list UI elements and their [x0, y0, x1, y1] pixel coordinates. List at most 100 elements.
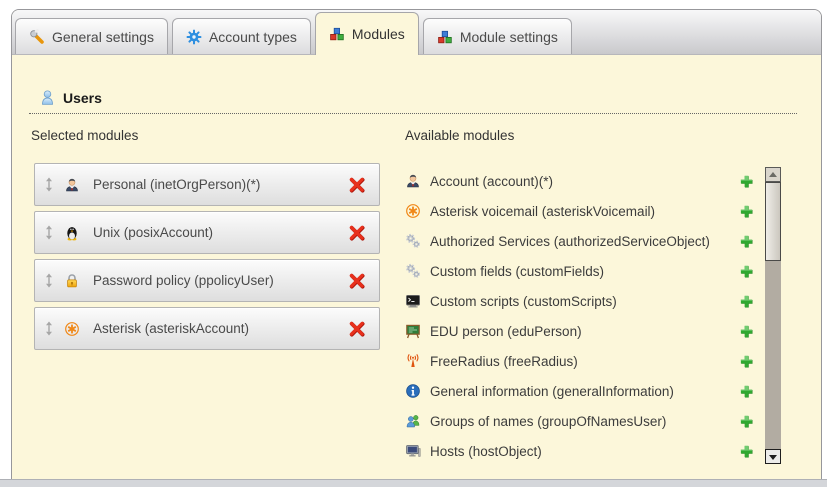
user-icon — [39, 89, 56, 107]
module-label: Asterisk voicemail (asteriskVoicemail) — [430, 204, 655, 219]
add-module-button[interactable] — [739, 264, 754, 279]
green-plus-icon — [739, 294, 754, 309]
info-icon — [405, 383, 421, 399]
available-module-row: Hosts (hostObject) — [405, 436, 754, 466]
available-module-row: General information (generalInformation) — [405, 376, 754, 406]
wrench-icon — [29, 29, 45, 45]
selected-module-row[interactable]: Password policy (ppolicyUser) — [34, 259, 380, 302]
cubes-icon — [329, 26, 345, 42]
modules-tab-content: Users Selected modules Available modules… — [12, 55, 821, 480]
remove-module-button[interactable] — [348, 224, 366, 242]
tab-modules[interactable]: Modules — [315, 12, 419, 55]
tab-label: General settings — [52, 29, 154, 45]
tab-account-types[interactable]: Account types — [172, 18, 311, 54]
module-label: Account (account)(*) — [430, 174, 553, 189]
green-plus-icon — [739, 384, 754, 399]
users-section-header: Users — [29, 89, 797, 114]
available-modules-heading: Available modules — [405, 128, 514, 143]
add-module-button[interactable] — [739, 414, 754, 429]
red-x-icon — [348, 320, 366, 338]
available-module-row: Account (account)(*) — [405, 166, 754, 196]
tab-bar: General settings Account types Modules M… — [12, 10, 821, 55]
tab-label: Modules — [352, 26, 405, 42]
available-module-row: Asterisk voicemail (asteriskVoicemail) — [405, 196, 754, 226]
module-label: Unix (posixAccount) — [93, 225, 213, 240]
available-modules-list: Account (account)(*) Asterisk voicemail … — [405, 166, 754, 466]
person-icon — [64, 177, 80, 193]
drag-handle-icon[interactable] — [44, 273, 54, 288]
add-module-button[interactable] — [739, 444, 754, 459]
gears-icon — [405, 233, 421, 249]
tab-module-settings[interactable]: Module settings — [423, 18, 572, 54]
gear-icon — [186, 29, 202, 45]
green-plus-icon — [739, 264, 754, 279]
module-label: Password policy (ppolicyUser) — [93, 273, 274, 288]
tab-general-settings[interactable]: General settings — [15, 18, 168, 54]
antenna-icon — [405, 353, 421, 369]
available-module-row: Custom fields (customFields) — [405, 256, 754, 286]
selected-modules-heading: Selected modules — [31, 128, 138, 143]
remove-module-button[interactable] — [348, 176, 366, 194]
available-module-row: FreeRadius (freeRadius) — [405, 346, 754, 376]
page-bottom-strip — [0, 479, 827, 487]
drag-handle-icon[interactable] — [44, 177, 54, 192]
available-module-row: Authorized Services (authorizedServiceOb… — [405, 226, 754, 256]
terminal-icon — [405, 293, 421, 309]
module-label: FreeRadius (freeRadius) — [430, 354, 578, 369]
monitor-icon — [405, 443, 421, 459]
green-plus-icon — [739, 234, 754, 249]
add-module-button[interactable] — [739, 204, 754, 219]
red-x-icon — [348, 224, 366, 242]
asterisk-icon — [405, 203, 421, 219]
module-label: Custom fields (customFields) — [430, 264, 604, 279]
green-plus-icon — [739, 354, 754, 369]
add-module-button[interactable] — [739, 384, 754, 399]
chalkboard-icon — [405, 323, 421, 339]
green-plus-icon — [739, 444, 754, 459]
module-label: Authorized Services (authorizedServiceOb… — [430, 234, 710, 249]
scrollbar-thumb[interactable] — [765, 182, 781, 261]
tux-icon — [64, 225, 80, 241]
available-module-row: Custom scripts (customScripts) — [405, 286, 754, 316]
section-title: Users — [63, 90, 102, 106]
scroll-up-button[interactable] — [765, 167, 781, 182]
red-x-icon — [348, 272, 366, 290]
tab-label: Account types — [209, 29, 297, 45]
available-module-row: EDU person (eduPerson) — [405, 316, 754, 346]
module-label: General information (generalInformation) — [430, 384, 674, 399]
group-icon — [405, 413, 421, 429]
module-label: Asterisk (asteriskAccount) — [93, 321, 249, 336]
module-label: Custom scripts (customScripts) — [430, 294, 617, 309]
lock-icon — [64, 273, 80, 289]
remove-module-button[interactable] — [348, 272, 366, 290]
add-module-button[interactable] — [739, 354, 754, 369]
module-label: EDU person (eduPerson) — [430, 324, 582, 339]
green-plus-icon — [739, 414, 754, 429]
green-plus-icon — [739, 204, 754, 219]
add-module-button[interactable] — [739, 294, 754, 309]
selected-module-row[interactable]: Personal (inetOrgPerson)(*) — [34, 163, 380, 206]
module-label: Groups of names (groupOfNamesUser) — [430, 414, 666, 429]
remove-module-button[interactable] — [348, 320, 366, 338]
scroll-down-button[interactable] — [765, 449, 781, 464]
add-module-button[interactable] — [739, 324, 754, 339]
green-plus-icon — [739, 324, 754, 339]
drag-handle-icon[interactable] — [44, 225, 54, 240]
red-x-icon — [348, 176, 366, 194]
module-label: Hosts (hostObject) — [430, 444, 542, 459]
module-label: Personal (inetOrgPerson)(*) — [93, 177, 260, 192]
selected-module-row[interactable]: Unix (posixAccount) — [34, 211, 380, 254]
green-plus-icon — [739, 174, 754, 189]
gears-icon — [405, 263, 421, 279]
selected-modules-list: Personal (inetOrgPerson)(*) Unix (posixA… — [34, 163, 380, 355]
drag-handle-icon[interactable] — [44, 321, 54, 336]
available-modules-scrollbar[interactable] — [765, 167, 781, 464]
add-module-button[interactable] — [739, 174, 754, 189]
selected-module-row[interactable]: Asterisk (asteriskAccount) — [34, 307, 380, 350]
add-module-button[interactable] — [739, 234, 754, 249]
person-icon — [405, 173, 421, 189]
cubes-icon — [437, 29, 453, 45]
tab-label: Module settings — [460, 29, 558, 45]
available-module-row: Groups of names (groupOfNamesUser) — [405, 406, 754, 436]
config-panel: General settings Account types Modules M… — [11, 9, 822, 480]
